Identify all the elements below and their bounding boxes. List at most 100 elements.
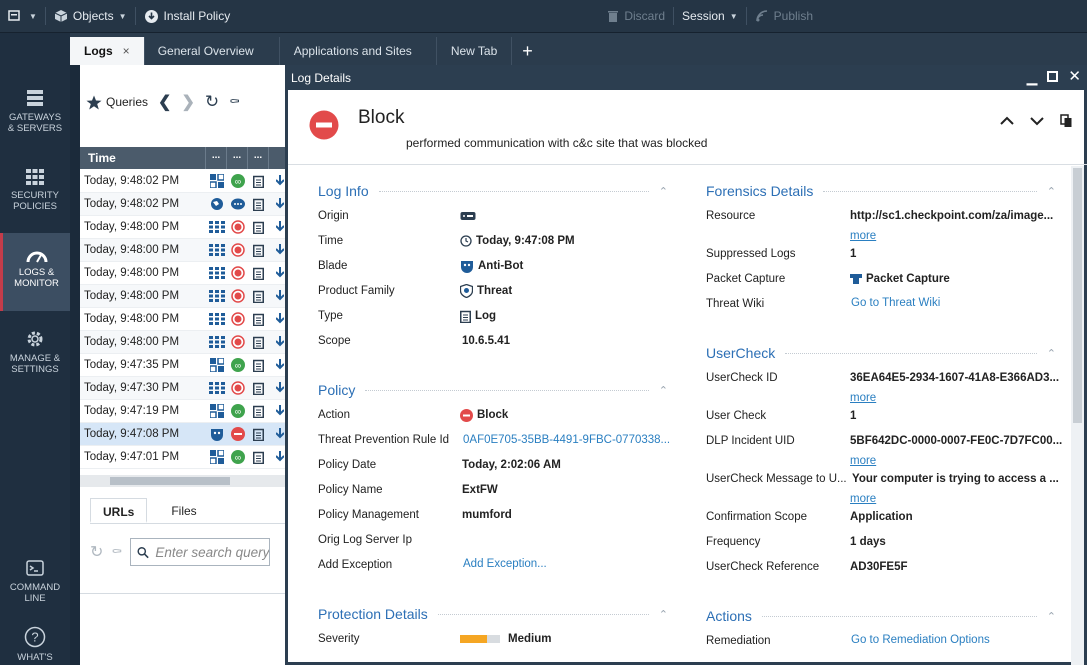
blade-value: Anti-Bot xyxy=(478,260,524,272)
table-row[interactable]: Today, 9:48:00 PM xyxy=(80,331,290,354)
search-input[interactable]: Enter search query xyxy=(130,538,271,566)
chevron-up-icon[interactable]: ⌃ xyxy=(659,185,668,198)
install-policy-button[interactable]: Install Policy xyxy=(136,0,239,33)
table-row[interactable]: Today, 9:48:00 PM xyxy=(80,262,290,285)
table-row[interactable]: Today, 9:47:19 PM ∞ xyxy=(80,400,290,423)
table-row[interactable]: Today, 9:48:00 PM xyxy=(80,216,290,239)
more-link[interactable]: more xyxy=(850,392,876,404)
field-value: Today, 2:02:06 AM xyxy=(462,459,561,471)
tab-new-tab[interactable]: New Tab xyxy=(437,37,513,65)
chevron-up-icon[interactable]: ⌃ xyxy=(1047,347,1056,360)
rule-id-link[interactable]: 0AF0E705-35BB-4491-9FBC-0770338... xyxy=(463,434,670,446)
table-row[interactable]: Today, 9:47:01 PM ∞ xyxy=(80,446,290,469)
scrollbar-thumb[interactable] xyxy=(110,477,230,485)
section-log-info[interactable]: Log Info ⌃ xyxy=(318,181,668,201)
add-exception-link[interactable]: Add Exception... xyxy=(463,558,547,570)
column-header-time[interactable]: Time xyxy=(80,151,205,165)
field-label: Product Family xyxy=(318,285,395,297)
sidebar-item-whats-new[interactable]: ? WHAT'S xyxy=(0,626,70,663)
menu-button[interactable]: ▼ xyxy=(0,0,45,33)
field-usercheck-message: UserCheck Message to U... Your computer … xyxy=(706,469,1059,489)
queries-label: Queries xyxy=(106,95,149,109)
scrollbar-thumb[interactable] xyxy=(1073,168,1082,423)
table-row[interactable]: Today, 9:48:02 PM xyxy=(80,193,290,216)
section-title: Policy xyxy=(318,382,356,398)
tab-applications-and-sites[interactable]: Applications and Sites xyxy=(280,37,437,65)
minimize-icon[interactable]: ▁ xyxy=(1027,69,1038,85)
horizontal-scrollbar[interactable] xyxy=(80,475,290,487)
field-value: mumford xyxy=(462,509,512,521)
table-row[interactable]: Today, 9:48:00 PM xyxy=(80,308,290,331)
threat-wiki-link[interactable]: Go to Threat Wiki xyxy=(851,297,940,309)
previous-log-icon[interactable] xyxy=(1000,116,1014,126)
add-tab-button[interactable]: + xyxy=(512,37,543,65)
table-row[interactable]: Today, 9:47:35 PM ∞ xyxy=(80,354,290,377)
back-icon[interactable]: ❮ xyxy=(158,92,171,112)
maximize-icon[interactable] xyxy=(1047,71,1059,82)
window-titlebar[interactable]: Log Details ▁ ✕ xyxy=(288,65,1087,90)
queries-button[interactable]: Queries xyxy=(86,95,148,110)
table-row[interactable]: Today, 9:48:02 PM ∞ xyxy=(80,170,290,193)
vertical-scrollbar[interactable] xyxy=(1071,166,1084,665)
table-row-selected[interactable]: Today, 9:47:08 PM xyxy=(80,423,290,446)
more-link[interactable]: more xyxy=(850,493,876,505)
chevron-up-icon[interactable]: ⌃ xyxy=(659,608,668,621)
clear-filter-icon[interactable]: ⚰ xyxy=(111,544,122,560)
column-header-type[interactable]: ... xyxy=(247,147,268,169)
tab-logs[interactable]: Logs × xyxy=(70,37,145,65)
discard-button[interactable]: Discard xyxy=(599,0,673,33)
tab-label: Logs xyxy=(84,44,113,58)
clear-filter-icon[interactable]: ⚰ xyxy=(229,94,240,110)
chevron-up-icon[interactable]: ⌃ xyxy=(1047,185,1056,198)
section-policy[interactable]: Policy ⌃ xyxy=(318,380,668,400)
packet-capture-icon xyxy=(850,274,862,284)
table-row[interactable]: Today, 9:48:00 PM xyxy=(80,239,290,262)
section-usercheck[interactable]: UserCheck ⌃ xyxy=(706,343,1056,363)
type-value: Log xyxy=(475,310,497,322)
more-link[interactable]: more xyxy=(850,230,876,242)
close-icon[interactable]: ✕ xyxy=(1068,69,1081,85)
publish-button[interactable]: Publish xyxy=(747,0,821,33)
close-icon[interactable]: × xyxy=(123,44,130,58)
window-controls: ▁ ✕ xyxy=(1027,69,1081,86)
more-link[interactable]: more xyxy=(850,455,876,467)
session-menu[interactable]: Session ▼ xyxy=(674,0,746,33)
log-icon xyxy=(253,359,265,372)
field-label: Frequency xyxy=(706,536,761,548)
gauge-icon xyxy=(26,251,47,263)
sidebar-item-gateways[interactable]: GATEWAYS & SERVERS xyxy=(0,88,70,134)
tab-urls[interactable]: URLs xyxy=(90,498,148,523)
refresh-icon[interactable]: ↻ xyxy=(205,92,219,112)
copy-icon[interactable] xyxy=(1060,114,1073,128)
download-icon xyxy=(275,221,284,232)
sidebar-item-logs-monitor[interactable]: LOGS & MONITOR xyxy=(0,233,70,311)
chevron-up-icon[interactable]: ⌃ xyxy=(1047,610,1056,623)
forward-icon[interactable]: ❯ xyxy=(181,92,194,112)
tab-general-overview[interactable]: General Overview xyxy=(145,37,280,65)
install-icon xyxy=(144,9,158,23)
refresh-icon[interactable]: ↻ xyxy=(90,542,103,562)
objects-menu[interactable]: Objects ▼ xyxy=(46,0,135,33)
packet-capture-link[interactable]: Packet Capture xyxy=(850,273,950,285)
sidebar-item-label: MANAGE & xyxy=(9,353,61,364)
section-protection-details[interactable]: Protection Details ⌃ xyxy=(318,604,668,624)
table-row[interactable]: Today, 9:47:30 PM xyxy=(80,377,290,400)
remediation-link[interactable]: Go to Remediation Options xyxy=(851,634,990,646)
section-actions[interactable]: Actions ⌃ xyxy=(706,606,1056,626)
sidebar-item-manage-settings[interactable]: MANAGE & SETTINGS xyxy=(0,329,70,375)
field-threat-wiki: Threat Wiki Go to Threat Wiki xyxy=(706,294,940,314)
field-value: 1 xyxy=(850,248,857,260)
sidebar-item-label: POLICIES xyxy=(13,201,57,212)
column-header-blade[interactable]: ... xyxy=(205,147,226,169)
field-label: UserCheck Message to U... xyxy=(706,473,847,485)
tab-files[interactable]: Files xyxy=(147,498,208,523)
column-header-action[interactable]: ... xyxy=(226,147,247,169)
chevron-up-icon[interactable]: ⌃ xyxy=(659,384,668,397)
sidebar-item-security-policies[interactable]: SECURITY POLICIES xyxy=(0,168,70,212)
section-forensics-details[interactable]: Forensics Details ⌃ xyxy=(706,181,1056,201)
objects-label: Objects xyxy=(72,9,114,23)
table-row[interactable]: Today, 9:48:00 PM xyxy=(80,285,290,308)
sidebar-item-label: LINE xyxy=(24,593,46,604)
sidebar-item-command-line[interactable]: COMMAND LINE xyxy=(0,558,70,604)
next-log-icon[interactable] xyxy=(1030,116,1044,126)
